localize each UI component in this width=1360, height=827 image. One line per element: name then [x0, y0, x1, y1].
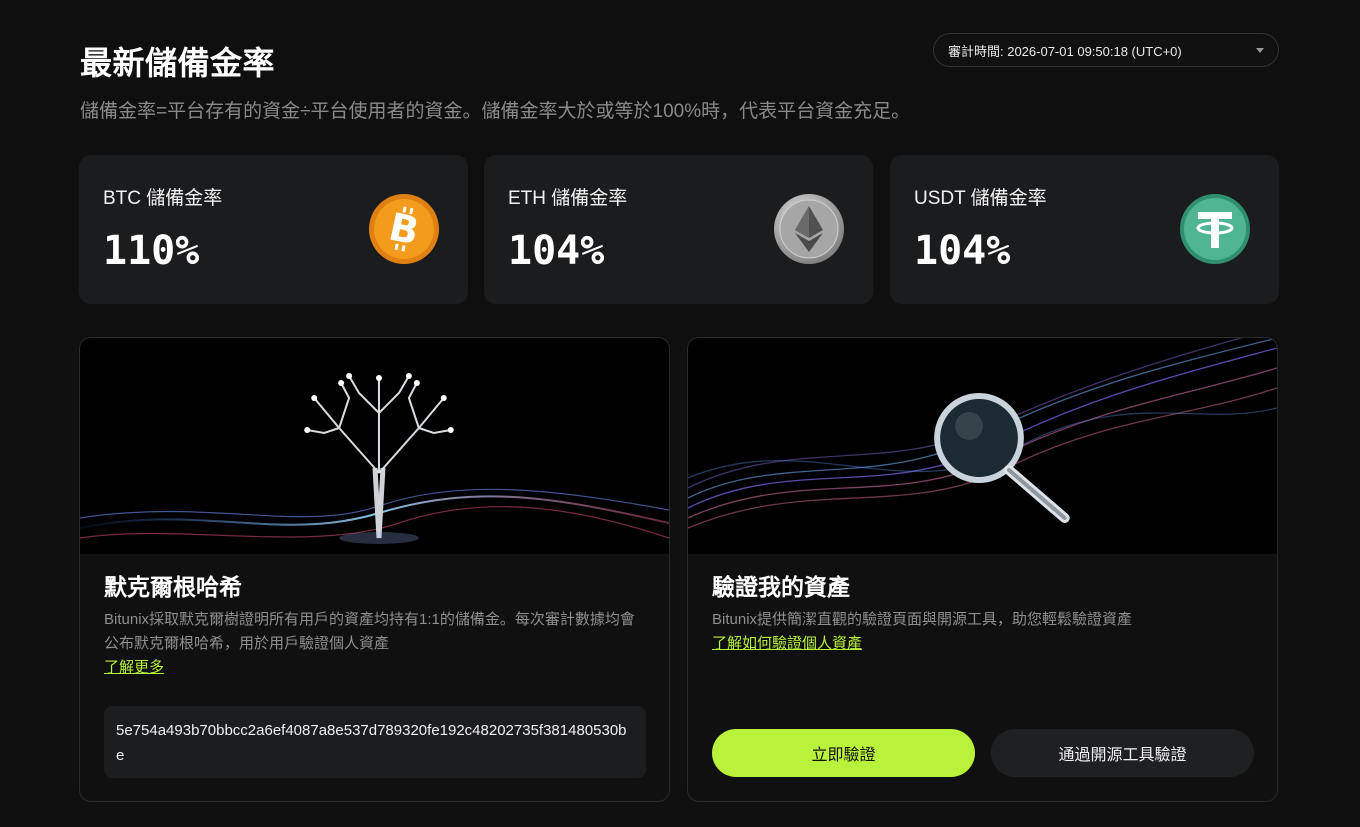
usdt-rate-card: USDT 儲備金率 104% [890, 155, 1279, 304]
audit-time-label: 審計時間: 2026-07-01 09:50:18 (UTC+0) [948, 43, 1182, 59]
btc-rate-card: BTC 儲備金率 110% B [79, 155, 468, 304]
audit-time-select[interactable]: 審計時間: 2026-07-01 09:50:18 (UTC+0) [933, 33, 1279, 67]
verify-open-source-button[interactable]: 通過開源工具驗證 [991, 729, 1254, 777]
page-subtitle: 儲備金率=平台存有的資金÷平台使用者的資金。儲備金率大於或等於100%時，代表平… [80, 101, 911, 122]
verify-title: 驗證我的資產 [712, 574, 850, 600]
rate-label: ETH 儲備金率 [508, 188, 628, 209]
merkle-tree-illustration [80, 338, 669, 554]
verify-desc-text: Bitunix提供簡潔直觀的驗證頁面與開源工具，助您輕鬆驗證資產 [712, 611, 1133, 628]
eth-rate-card: ETH 儲備金率 104% [484, 155, 873, 304]
magnifier-illustration [688, 338, 1277, 554]
merkle-description: Bitunix採取默克爾樹證明所有用戶的資產均持有1:1的儲備金。每次審計數據均… [104, 608, 649, 680]
bitcoin-icon: B [369, 194, 439, 264]
rate-label: BTC 儲備金率 [103, 188, 223, 209]
tether-icon [1180, 194, 1250, 264]
chevron-down-icon [1256, 47, 1264, 53]
how-to-verify-link[interactable]: 了解如何驗證個人資產 [712, 635, 862, 652]
rate-value: 104% [508, 228, 605, 274]
rate-value: 104% [914, 228, 1011, 274]
rate-value: 110% [103, 228, 200, 274]
merkle-desc-text: Bitunix採取默克爾樹證明所有用戶的資產均持有1:1的儲備金。每次審計數據均… [104, 611, 635, 652]
verify-description: Bitunix提供簡潔直觀的驗證頁面與開源工具，助您輕鬆驗證資產 了解如何驗證個… [712, 608, 1257, 656]
merkle-root-hash: 5e754a493b70bbcc2a6ef4087a8e537d789320fe… [104, 706, 646, 778]
verify-assets-panel: 驗證我的資產 Bitunix提供簡潔直觀的驗證頁面與開源工具，助您輕鬆驗證資產 … [687, 337, 1278, 802]
rate-label: USDT 儲備金率 [914, 188, 1047, 209]
merkle-title: 默克爾根哈希 [104, 574, 242, 600]
merkle-root-panel: 默克爾根哈希 Bitunix採取默克爾樹證明所有用戶的資產均持有1:1的儲備金。… [79, 337, 670, 802]
page-title: 最新儲備金率 [80, 45, 276, 81]
ethereum-icon [774, 194, 844, 264]
learn-more-link[interactable]: 了解更多 [104, 659, 164, 676]
verify-now-button[interactable]: 立即驗證 [712, 729, 975, 777]
